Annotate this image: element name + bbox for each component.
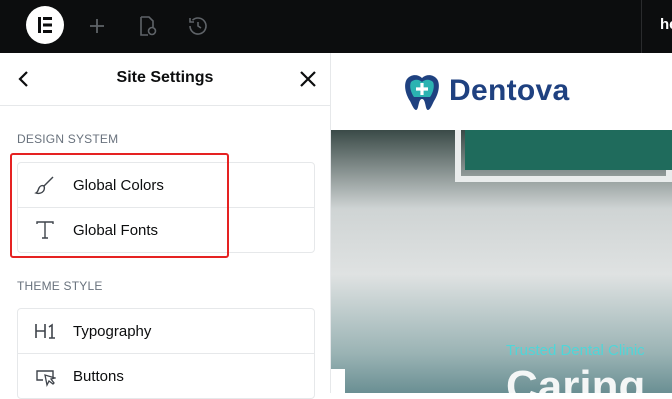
- preview-corner: [331, 369, 345, 393]
- tooth-logo-icon: [399, 69, 445, 115]
- site-header: Dentova: [331, 53, 672, 130]
- design-system-highlight: [10, 153, 229, 258]
- theme-style-label: THEME STYLE: [17, 279, 103, 293]
- heading-h1-icon: [34, 320, 56, 342]
- typography-label: Typography: [73, 323, 152, 340]
- plus-icon[interactable]: [85, 14, 109, 38]
- elementor-logo-icon[interactable]: [26, 6, 64, 44]
- topbar-divider: [641, 0, 642, 53]
- topbar-page-title[interactable]: he: [660, 16, 672, 33]
- design-system-label: DESIGN SYSTEM: [17, 132, 119, 146]
- editor-top-bar: he: [0, 0, 672, 53]
- panel-title: Site Settings: [116, 69, 214, 86]
- buttons-label: Buttons: [73, 368, 124, 385]
- close-icon[interactable]: [298, 69, 318, 89]
- site-preview: Dentova Trusted Dental Clinic Caring: [331, 53, 672, 393]
- hero-image-screen: [465, 130, 672, 170]
- brand-name: Dentova: [449, 74, 570, 107]
- buttons-item[interactable]: Buttons: [18, 354, 314, 398]
- panel-header: Site Settings: [0, 53, 330, 106]
- hero-tagline: Trusted Dental Clinic: [506, 342, 645, 359]
- hero-section: Trusted Dental Clinic Caring: [331, 130, 672, 393]
- hero-heading: Caring: [506, 362, 646, 394]
- history-icon[interactable]: [186, 14, 210, 38]
- button-pointer-icon: [34, 365, 58, 387]
- page-settings-icon[interactable]: [135, 14, 159, 38]
- theme-style-card: Typography Buttons: [17, 308, 315, 399]
- typography-item[interactable]: Typography: [18, 309, 314, 354]
